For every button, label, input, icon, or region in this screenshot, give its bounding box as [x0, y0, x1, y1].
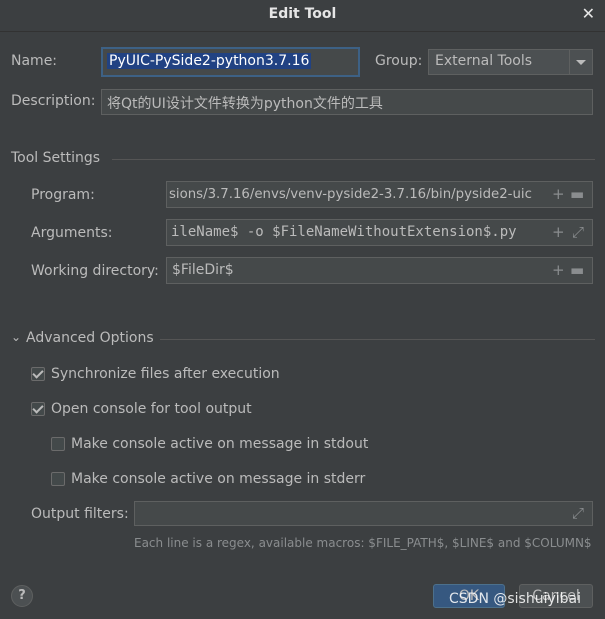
dialog-title: Edit Tool: [268, 6, 337, 22]
working-directory-value: $FileDir$: [172, 262, 234, 278]
group-select[interactable]: External Tools: [428, 49, 593, 75]
working-directory-field[interactable]: $FileDir$: [166, 257, 593, 284]
output-filters-hint: Each line is a regex, available macros: …: [134, 536, 592, 550]
advanced-options-separator: [160, 339, 595, 340]
console-active-stdout-label[interactable]: Make console active on message in stdout: [71, 436, 368, 452]
dropdown-arrow-icon: [576, 60, 586, 65]
program-label: Program:: [31, 187, 95, 203]
watermark-text: CSDN @sishuiyibai: [449, 591, 582, 607]
console-active-stderr-label[interactable]: Make console active on message in stderr: [71, 471, 365, 487]
program-field[interactable]: sions/3.7.16/envs/venv-pyside2-3.7.16/bi…: [166, 181, 593, 208]
arguments-field[interactable]: ileName$ -o $FileNameWithoutExtension$.p…: [166, 219, 593, 246]
sync-files-label[interactable]: Synchronize files after execution: [51, 366, 280, 382]
open-console-checkbox[interactable]: [31, 402, 45, 416]
group-value: External Tools: [435, 53, 533, 69]
name-value: PyUIC-PySide2-python3.7.16: [107, 53, 312, 69]
console-active-stderr-checkbox[interactable]: [51, 472, 65, 486]
group-label: Group:: [375, 53, 423, 69]
description-label: Description:: [11, 93, 96, 109]
output-filters-label: Output filters:: [31, 506, 129, 522]
tool-settings-separator: [112, 159, 595, 160]
tool-settings-heading: Tool Settings: [11, 150, 101, 166]
plus-icon[interactable]: +: [552, 263, 565, 278]
plus-icon[interactable]: +: [552, 225, 565, 240]
chevron-down-icon[interactable]: ⌄: [11, 330, 21, 344]
open-console-label[interactable]: Open console for tool output: [51, 401, 252, 417]
arguments-value: ileName$ -o $FileNameWithoutExtension$.p…: [171, 224, 517, 240]
working-directory-label: Working directory:: [31, 263, 159, 279]
description-value: 将Qt的UI设计文件转换为python文件的工具: [107, 96, 383, 112]
sync-files-checkbox[interactable]: [31, 367, 45, 381]
program-value: sions/3.7.16/envs/venv-pyside2-3.7.16/bi…: [169, 187, 532, 202]
arguments-label: Arguments:: [31, 225, 113, 241]
plus-icon[interactable]: +: [552, 187, 565, 202]
console-active-stdout-checkbox[interactable]: [51, 437, 65, 451]
folder-icon[interactable]: ▬: [570, 187, 584, 202]
folder-icon[interactable]: ▬: [570, 263, 584, 278]
name-label: Name:: [11, 53, 58, 69]
help-button[interactable]: ?: [11, 585, 33, 607]
advanced-options-heading[interactable]: Advanced Options: [26, 330, 154, 346]
expand-icon[interactable]: ⤢: [572, 506, 584, 521]
expand-icon[interactable]: ⤢: [572, 225, 585, 240]
output-filters-field[interactable]: [134, 501, 593, 526]
description-field[interactable]: 将Qt的UI设计文件转换为python文件的工具: [101, 89, 593, 115]
close-icon[interactable]: ✕: [582, 6, 595, 22]
name-field[interactable]: PyUIC-PySide2-python3.7.16: [101, 47, 360, 77]
